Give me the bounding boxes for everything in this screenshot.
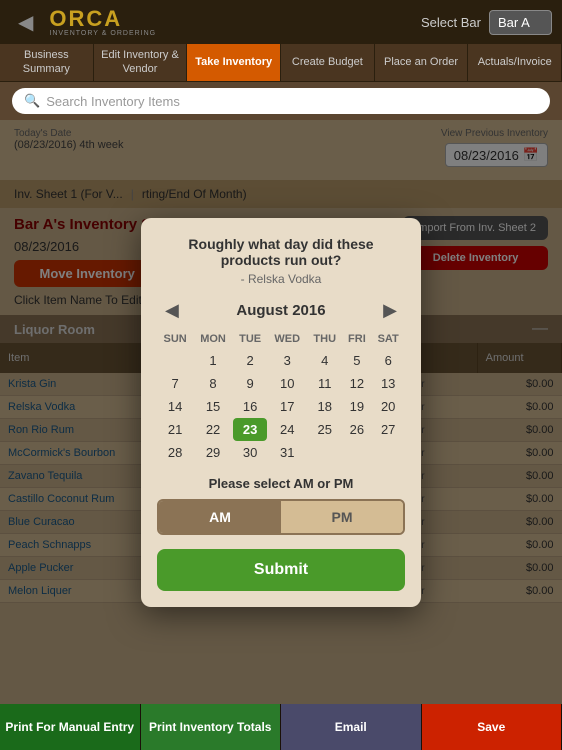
cal-next-button[interactable]: ▶	[375, 300, 405, 321]
calendar-day[interactable]: 23	[233, 418, 268, 441]
calendar-day[interactable]: 24	[267, 418, 307, 441]
cal-month-year: August 2016	[236, 302, 325, 319]
search-placeholder-text: Search Inventory Items	[46, 94, 180, 109]
cal-dow: MON	[193, 329, 233, 349]
calendar-day[interactable]: 10	[267, 372, 307, 395]
calendar-days-of-week: SUNMONTUEWEDTHUFRISAT	[157, 329, 405, 349]
select-bar-dropdown[interactable]: Bar A	[489, 10, 552, 35]
cal-dow: FRI	[342, 329, 371, 349]
calendar-day[interactable]: 16	[233, 395, 268, 418]
tab-take-inventory[interactable]: Take Inventory	[187, 44, 281, 81]
calendar-day[interactable]: 14	[157, 395, 193, 418]
calendar-day[interactable]: 4	[307, 349, 342, 372]
modal-overlay: Roughly what day did these products run …	[0, 120, 562, 704]
main-content: Today's Date (08/23/2016) 4th week View …	[0, 120, 562, 704]
cal-dow: SAT	[371, 329, 405, 349]
calendar-day[interactable]: 22	[193, 418, 233, 441]
calendar-week-row: 14151617181920	[157, 395, 405, 418]
calendar-grid: SUNMONTUEWEDTHUFRISAT 123456789101112131…	[157, 329, 405, 464]
modal-question: Roughly what day did these products run …	[157, 236, 405, 268]
calendar-day[interactable]: 2	[233, 349, 268, 372]
save-button[interactable]: Save	[422, 704, 562, 750]
app-header: ◀ ORCA INVENTORY & ORDERING Select Bar B…	[0, 0, 562, 44]
logo-area: ORCA INVENTORY & ORDERING	[49, 8, 156, 37]
calendar-day[interactable]: 30	[233, 441, 268, 464]
calendar-day[interactable]: 15	[193, 395, 233, 418]
tab-place-order[interactable]: Place an Order	[375, 44, 469, 81]
calendar-day[interactable]: 12	[342, 372, 371, 395]
header-left: ◀ ORCA INVENTORY & ORDERING	[10, 6, 156, 39]
calendar-day[interactable]: 20	[371, 395, 405, 418]
calendar-day[interactable]: 5	[342, 349, 371, 372]
ampm-toggle: AM PM	[157, 499, 405, 535]
calendar-week-row: 21222324252627	[157, 418, 405, 441]
calendar-day[interactable]: 13	[371, 372, 405, 395]
am-button[interactable]: AM	[159, 501, 281, 533]
select-bar-label: Select Bar	[421, 15, 481, 30]
calendar-day[interactable]: 9	[233, 372, 268, 395]
cal-dow: SUN	[157, 329, 193, 349]
calendar-day[interactable]: 19	[342, 395, 371, 418]
search-icon: 🔍	[24, 93, 40, 109]
cal-dow: THU	[307, 329, 342, 349]
tab-actuals-invoice[interactable]: Actuals/Invoice	[468, 44, 562, 81]
calendar-day[interactable]: 7	[157, 372, 193, 395]
print-totals-button[interactable]: Print Inventory Totals	[141, 704, 282, 750]
calendar-day-empty	[371, 441, 405, 464]
calendar-day[interactable]: 1	[193, 349, 233, 372]
calendar-day[interactable]: 25	[307, 418, 342, 441]
calendar-day[interactable]: 21	[157, 418, 193, 441]
ampm-label: Please select AM or PM	[157, 476, 405, 491]
tab-create-budget[interactable]: Create Budget	[281, 44, 375, 81]
calendar-day[interactable]: 17	[267, 395, 307, 418]
calendar-day[interactable]: 28	[157, 441, 193, 464]
bottom-bar: Print For Manual Entry Print Inventory T…	[0, 704, 562, 750]
calendar-week-row: 123456	[157, 349, 405, 372]
calendar-day[interactable]: 31	[267, 441, 307, 464]
calendar-day[interactable]: 26	[342, 418, 371, 441]
print-manual-button[interactable]: Print For Manual Entry	[0, 704, 141, 750]
calendar-week-row: 78910111213	[157, 372, 405, 395]
modal-dialog: Roughly what day did these products run …	[141, 218, 421, 607]
calendar-day[interactable]: 8	[193, 372, 233, 395]
tab-business-summary[interactable]: Business Summary	[0, 44, 94, 81]
calendar-day[interactable]: 11	[307, 372, 342, 395]
cal-dow: TUE	[233, 329, 268, 349]
search-bar: 🔍 Search Inventory Items	[0, 82, 562, 120]
search-inner[interactable]: 🔍 Search Inventory Items	[12, 88, 550, 114]
calendar-day[interactable]: 29	[193, 441, 233, 464]
calendar-day-empty	[157, 349, 193, 372]
header-right: Select Bar Bar A	[421, 10, 552, 35]
modal-subtitle: - Relska Vodka	[157, 272, 405, 286]
tab-edit-inventory[interactable]: Edit Inventory & Vendor	[94, 44, 188, 81]
calendar-week-row: 28293031	[157, 441, 405, 464]
calendar-day[interactable]: 6	[371, 349, 405, 372]
logo-text: ORCA	[49, 8, 122, 30]
email-button[interactable]: Email	[281, 704, 422, 750]
submit-button[interactable]: Submit	[157, 549, 405, 591]
calendar-day[interactable]: 27	[371, 418, 405, 441]
cal-dow: WED	[267, 329, 307, 349]
back-button[interactable]: ◀	[10, 6, 41, 39]
logo-subtext: INVENTORY & ORDERING	[49, 30, 156, 37]
calendar-nav: ◀ August 2016 ▶	[157, 300, 405, 321]
pm-button[interactable]: PM	[281, 501, 403, 533]
cal-prev-button[interactable]: ◀	[157, 300, 187, 321]
nav-tabs: Business Summary Edit Inventory & Vendor…	[0, 44, 562, 82]
calendar-day[interactable]: 3	[267, 349, 307, 372]
calendar-day-empty	[342, 441, 371, 464]
calendar-body: 1234567891011121314151617181920212223242…	[157, 349, 405, 464]
calendar-day-empty	[307, 441, 342, 464]
calendar-day[interactable]: 18	[307, 395, 342, 418]
